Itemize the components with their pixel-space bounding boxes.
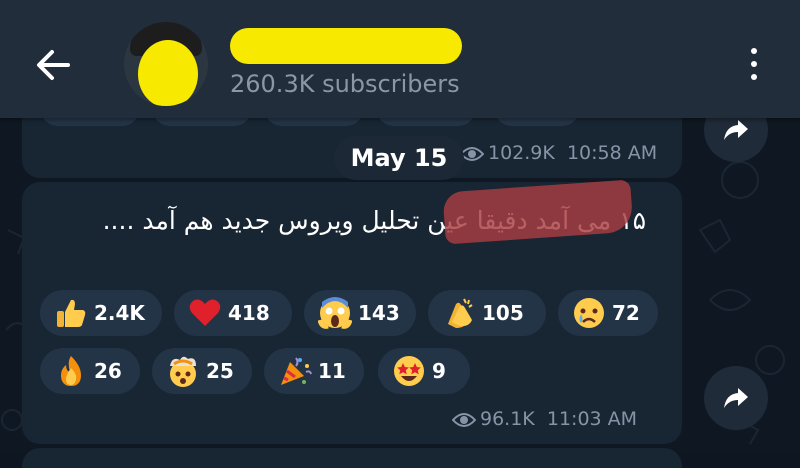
date-separator: May 15: [334, 136, 464, 180]
message-time: 11:03 AM: [546, 408, 638, 430]
reaction-count: 25: [206, 359, 234, 383]
reaction-star-struck[interactable]: 9: [378, 348, 470, 394]
reaction-scream[interactable]: 143: [304, 290, 416, 336]
previous-message-meta: 102.9K 10:58 AM: [459, 142, 658, 167]
next-message-bubble[interactable]: [22, 448, 682, 468]
screaming-face-icon: [317, 296, 353, 330]
exploding-head-icon: [166, 354, 200, 388]
previous-views: 102.9K: [488, 142, 555, 164]
reaction-thumbs-up[interactable]: 2.4K: [40, 290, 162, 336]
previous-time: 10:58 AM: [566, 142, 658, 164]
reaction-mind-blown[interactable]: 25: [152, 348, 252, 394]
party-popper-icon: [278, 354, 312, 388]
reaction-cry[interactable]: 72: [558, 290, 658, 336]
subscriber-count: 260.3K subscribers: [230, 70, 460, 98]
reaction-count: 418: [228, 301, 270, 325]
eye-icon: [451, 411, 477, 433]
message-views: 96.1K: [480, 408, 535, 430]
reaction-count: 26: [94, 359, 122, 383]
share-arrow-icon: [724, 120, 748, 140]
reaction-count: 9: [432, 359, 446, 383]
reaction-party[interactable]: 11: [264, 348, 364, 394]
star-struck-icon: [392, 354, 426, 388]
reaction-count: 72: [612, 301, 640, 325]
share-button[interactable]: [704, 366, 768, 430]
reaction-count: 11: [318, 359, 346, 383]
channel-name-redacted[interactable]: [230, 28, 462, 64]
thumbs-up-icon: [54, 296, 88, 330]
reaction-count: 105: [482, 301, 524, 325]
message-meta: 96.1K 11:03 AM: [451, 408, 638, 433]
red-heart-icon: [188, 296, 222, 330]
reaction-count: 2.4K: [94, 301, 145, 325]
reaction-heart[interactable]: 418: [174, 290, 292, 336]
fire-icon: [54, 354, 88, 388]
back-button[interactable]: [30, 42, 76, 88]
crying-face-icon: [572, 296, 606, 330]
reaction-clap[interactable]: 105: [428, 290, 546, 336]
more-menu-button[interactable]: [740, 44, 768, 84]
arrow-left-icon: [37, 50, 70, 80]
share-arrow-icon: [724, 388, 748, 408]
reaction-fire[interactable]: 26: [40, 348, 140, 394]
channel-header: 260.3K subscribers: [0, 0, 800, 118]
channel-avatar[interactable]: [124, 22, 208, 106]
clapping-hands-icon: [442, 296, 476, 330]
reaction-count: 143: [358, 301, 400, 325]
